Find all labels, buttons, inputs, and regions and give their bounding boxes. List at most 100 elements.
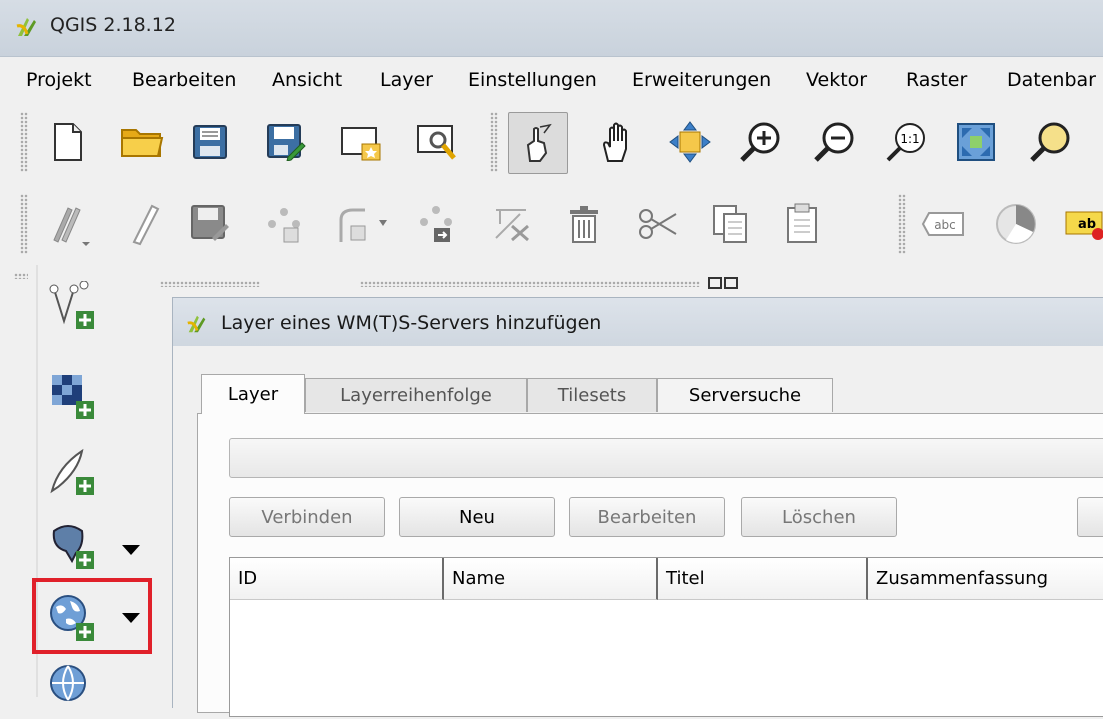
toolbar-grip[interactable] xyxy=(898,194,906,254)
digitizing-toolbar: abc ab xyxy=(0,186,1103,264)
new-print-composer-icon xyxy=(341,127,381,161)
delete-connection-button[interactable]: Löschen xyxy=(741,497,897,537)
pan-to-selection-icon xyxy=(526,123,552,162)
delete-selected-button[interactable] xyxy=(558,198,610,250)
menu-layer[interactable]: Layer xyxy=(380,69,433,91)
toolbar-grip[interactable] xyxy=(160,281,260,287)
new-project-button[interactable] xyxy=(42,116,94,168)
delete-part-button[interactable] xyxy=(486,198,538,250)
menu-erweiterungen[interactable]: Erweiterungen xyxy=(632,69,771,91)
column-header-zusammenfassung[interactable]: Zusammenfassung xyxy=(868,558,1103,600)
label-pin-text: ab xyxy=(1078,217,1096,232)
column-header-name[interactable]: Name xyxy=(444,558,658,600)
menu-ansicht[interactable]: Ansicht xyxy=(272,69,342,91)
add-raster-layer-button[interactable] xyxy=(48,365,118,427)
composer-manager-icon xyxy=(417,125,456,160)
menu-vektor[interactable]: Vektor xyxy=(806,69,867,91)
window-title: QGIS 2.18.12 xyxy=(50,14,176,36)
save-project-button[interactable] xyxy=(184,116,236,168)
pan-hand-icon xyxy=(602,122,627,162)
save-as-button[interactable] xyxy=(260,116,312,168)
tab-layerreihenfolge[interactable]: Layerreihenfolge xyxy=(305,378,527,412)
tab-serversuche[interactable]: Serversuche xyxy=(657,378,833,412)
edit-connection-button[interactable]: Bearbeiten xyxy=(569,497,725,537)
connection-select[interactable] xyxy=(229,438,1103,478)
save-edits-icon xyxy=(191,205,229,241)
node-tool-icon xyxy=(339,208,387,242)
chevron-down-icon[interactable] xyxy=(122,545,140,555)
zoom-in-button[interactable] xyxy=(734,116,786,168)
column-header-id[interactable]: ID xyxy=(230,558,444,600)
connect-button[interactable]: Verbinden xyxy=(229,497,385,537)
labeling-button[interactable]: abc xyxy=(918,198,970,250)
menu-projekt[interactable]: Projekt xyxy=(26,69,92,91)
add-feature-button[interactable] xyxy=(258,198,310,250)
trash-icon xyxy=(570,206,598,243)
add-delimited-text-layer-button[interactable] xyxy=(48,441,118,503)
column-header-titel[interactable]: Titel xyxy=(658,558,868,600)
pan-map-button[interactable] xyxy=(592,116,644,168)
open-folder-icon xyxy=(121,129,164,157)
label-pin-icon: ab xyxy=(1065,211,1103,240)
layers-dock-title-bar xyxy=(160,275,780,297)
zoom-native-button[interactable]: 1:1 xyxy=(880,116,932,168)
add-wcs-layer-button[interactable] xyxy=(48,657,118,719)
svg-text:1:1: 1:1 xyxy=(900,132,919,146)
select-features-button[interactable] xyxy=(508,112,568,174)
close-icon[interactable] xyxy=(724,277,738,289)
file-navigation-toolbar: 1:1 xyxy=(0,104,1103,184)
open-project-button[interactable] xyxy=(116,116,168,168)
move-feature-icon xyxy=(420,206,452,242)
toolbar-grip[interactable] xyxy=(360,281,700,287)
menu-raster[interactable]: Raster xyxy=(906,69,967,91)
toggle-editing-button[interactable] xyxy=(118,198,170,250)
add-delimited-text-icon xyxy=(50,448,94,495)
qgis-logo-icon xyxy=(16,18,36,36)
pin-labels-button[interactable]: ab xyxy=(1058,198,1103,250)
paste-features-icon xyxy=(787,203,817,243)
new-project-icon xyxy=(54,123,82,161)
toolbar-grip[interactable] xyxy=(20,112,28,172)
pan-map-icon xyxy=(669,121,711,163)
load-button[interactable] xyxy=(1077,497,1103,537)
cut-features-icon xyxy=(639,209,677,239)
add-raster-layer-icon xyxy=(52,375,94,419)
zoom-full-icon xyxy=(957,123,995,161)
add-vector-layer-button[interactable] xyxy=(48,275,118,337)
cut-features-button[interactable] xyxy=(632,198,684,250)
add-vector-layer-icon xyxy=(49,281,94,329)
node-tool-button[interactable] xyxy=(330,198,400,250)
save-edits-button[interactable] xyxy=(184,198,236,250)
toolbar-grip[interactable] xyxy=(20,194,28,254)
highlight-box xyxy=(32,578,152,654)
zoom-layer-icon xyxy=(1030,122,1070,162)
zoom-full-button[interactable] xyxy=(950,116,1002,168)
float-dock-icon[interactable] xyxy=(708,277,722,289)
pan-map-to-selection-button[interactable] xyxy=(664,116,716,168)
title-bar: QGIS 2.18.12 xyxy=(0,0,1103,57)
dock-separator xyxy=(160,265,172,697)
tab-tilesets[interactable]: Tilesets xyxy=(527,378,657,412)
new-connection-button[interactable]: Neu xyxy=(399,497,555,537)
add-postgis-layer-button[interactable] xyxy=(48,515,140,577)
composer-manager-button[interactable] xyxy=(412,116,464,168)
tab-layer[interactable]: Layer xyxy=(201,374,305,414)
new-print-composer-button[interactable] xyxy=(336,116,388,168)
zoom-out-button[interactable] xyxy=(808,116,860,168)
save-icon xyxy=(193,125,227,159)
menu-datenbank[interactable]: Datenbar xyxy=(1007,69,1096,91)
menu-bearbeiten[interactable]: Bearbeiten xyxy=(132,69,236,91)
menu-einstellungen[interactable]: Einstellungen xyxy=(468,69,597,91)
move-feature-button[interactable] xyxy=(410,198,462,250)
save-as-icon xyxy=(267,124,306,161)
layers-table[interactable]: ID Name Titel Zusammenfassung xyxy=(229,557,1103,717)
zoom-to-layer-button[interactable] xyxy=(1024,116,1076,168)
current-edits-button[interactable] xyxy=(46,198,98,250)
paste-features-button[interactable] xyxy=(776,198,828,250)
dialog-title: Layer eines WM(T)S-Servers hinzufügen xyxy=(221,312,602,334)
diagram-options-button[interactable] xyxy=(990,198,1042,250)
toolbar-grip[interactable] xyxy=(14,273,28,279)
toolbar-grip[interactable] xyxy=(490,112,498,172)
copy-features-button[interactable] xyxy=(704,198,756,250)
add-wcs-layer-icon xyxy=(50,665,86,701)
